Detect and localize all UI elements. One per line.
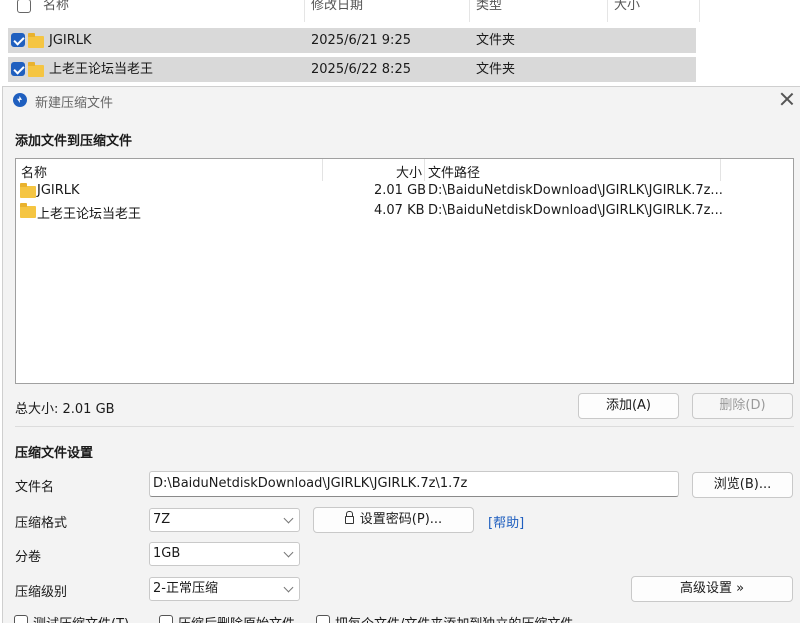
folder-icon <box>28 62 44 77</box>
column-size[interactable]: 大小 <box>608 0 700 22</box>
browse-button[interactable]: 浏览(B)... <box>692 472 793 498</box>
file-list-header: 名称 大小 文件路径 <box>16 159 793 181</box>
row-modified: 2025/6/22 8:25 <box>311 62 411 77</box>
select-all-checkbox[interactable] <box>17 0 31 13</box>
section-archive-settings: 压缩文件设置 <box>15 446 94 461</box>
file-size: 4.07 KB <box>374 203 425 218</box>
file-name: JGIRLK <box>37 183 80 198</box>
split-label: 分卷 <box>15 550 42 565</box>
divider <box>15 426 794 427</box>
close-icon[interactable] <box>779 91 795 107</box>
explorer-header: 名称 修改日期 类型 大小 <box>0 0 700 22</box>
column-type[interactable]: 类型 <box>470 0 608 22</box>
format-select-value: 7Z <box>153 512 171 527</box>
separate-archives-label: 把每个文件/文件夹添加到独立的压缩文件 <box>335 613 573 623</box>
dialog-title: 新建压缩文件 <box>35 96 114 111</box>
row-name: 上老王论坛当老王 <box>49 62 154 77</box>
chevron-down-icon <box>283 513 294 524</box>
split-select[interactable]: 1GB <box>149 542 300 566</box>
separate-archives-checkbox[interactable] <box>316 615 330 623</box>
column-size-label: 大小 <box>614 0 641 13</box>
file-size: 2.01 GB <box>374 183 427 198</box>
filename-label: 文件名 <box>15 480 55 495</box>
test-archive-checkbox[interactable] <box>14 615 28 623</box>
dialog-titlebar[interactable]: 新建压缩文件 <box>3 87 799 115</box>
level-label: 压缩级别 <box>15 585 68 600</box>
help-link[interactable]: [帮助] <box>488 512 524 531</box>
column-name-label: 名称 <box>43 0 70 13</box>
column-modified[interactable]: 修改日期 <box>305 0 470 22</box>
lock-icon <box>344 511 354 524</box>
explorer-row[interactable]: JGIRLK 2025/6/21 9:25 文件夹 <box>8 28 696 53</box>
delete-after-checkbox[interactable] <box>159 615 173 623</box>
filename-input[interactable]: D:\BaiduNetdiskDownload\JGIRLK\JGIRLK.7z… <box>149 471 679 497</box>
delete-button[interactable]: 删除(D) <box>692 393 793 419</box>
folder-icon <box>20 203 36 218</box>
file-path: D:\BaiduNetdiskDownload\JGIRLK\JGIRLK.7z… <box>428 183 723 198</box>
file-explorer: 名称 修改日期 类型 大小 JGIRLK 2025/6/21 9:25 文件夹 … <box>0 0 800 86</box>
row-checkbox[interactable] <box>11 62 25 76</box>
column-type-label: 类型 <box>476 0 503 13</box>
new-archive-dialog: 新建压缩文件 添加文件到压缩文件 名称 大小 文件路径 JGIRLK 2.01 … <box>2 86 800 623</box>
file-list-row[interactable]: JGIRLK 2.01 GB D:\BaiduNetdiskDownload\J… <box>16 181 793 201</box>
split-select-value: 1GB <box>153 546 181 561</box>
format-label: 压缩格式 <box>15 516 68 531</box>
level-select-value: 2-正常压缩 <box>153 581 218 596</box>
row-checkbox[interactable] <box>11 33 25 47</box>
column-name[interactable]: 名称 <box>0 0 305 22</box>
app-logo-icon <box>13 93 27 107</box>
header-divider <box>720 159 721 181</box>
delete-after-label: 压缩后删除原始文件 <box>178 613 295 623</box>
file-list-header-path[interactable]: 文件路径 <box>428 162 480 181</box>
format-select[interactable]: 7Z <box>149 508 300 532</box>
file-list-header-name[interactable]: 名称 <box>21 162 47 181</box>
folder-icon <box>28 33 44 48</box>
section-add-files: 添加文件到压缩文件 <box>15 134 133 149</box>
set-password-label: 设置密码(P)... <box>359 512 443 527</box>
file-list[interactable]: 名称 大小 文件路径 JGIRLK 2.01 GB D:\BaiduNetdis… <box>15 158 794 384</box>
row-type: 文件夹 <box>476 33 516 48</box>
header-divider <box>322 159 323 181</box>
row-modified: 2025/6/21 9:25 <box>311 33 411 48</box>
set-password-button[interactable]: 设置密码(P)... <box>313 507 474 533</box>
folder-icon <box>20 183 36 198</box>
total-size: 总大小: 2.01 GB <box>15 402 115 417</box>
chevron-down-icon <box>283 582 294 593</box>
row-name: JGIRLK <box>49 33 92 48</box>
chevron-down-icon <box>283 547 294 558</box>
file-path: D:\BaiduNetdiskDownload\JGIRLK\JGIRLK.7z… <box>428 203 723 218</box>
explorer-row[interactable]: 上老王论坛当老王 2025/6/22 8:25 文件夹 <box>8 57 696 82</box>
file-name: 上老王论坛当老王 <box>37 207 142 222</box>
file-list-header-size[interactable]: 大小 <box>396 162 422 181</box>
file-list-row[interactable]: 上老王论坛当老王 4.07 KB D:\BaiduNetdiskDownload… <box>16 201 793 222</box>
add-button[interactable]: 添加(A) <box>578 393 679 419</box>
advanced-settings-button[interactable]: 高级设置 » <box>631 576 793 602</box>
row-type: 文件夹 <box>476 62 516 77</box>
column-modified-label: 修改日期 <box>311 0 364 13</box>
header-divider <box>424 159 425 181</box>
test-archive-label: 测试压缩文件(T) <box>33 613 129 623</box>
level-select[interactable]: 2-正常压缩 <box>149 577 300 601</box>
